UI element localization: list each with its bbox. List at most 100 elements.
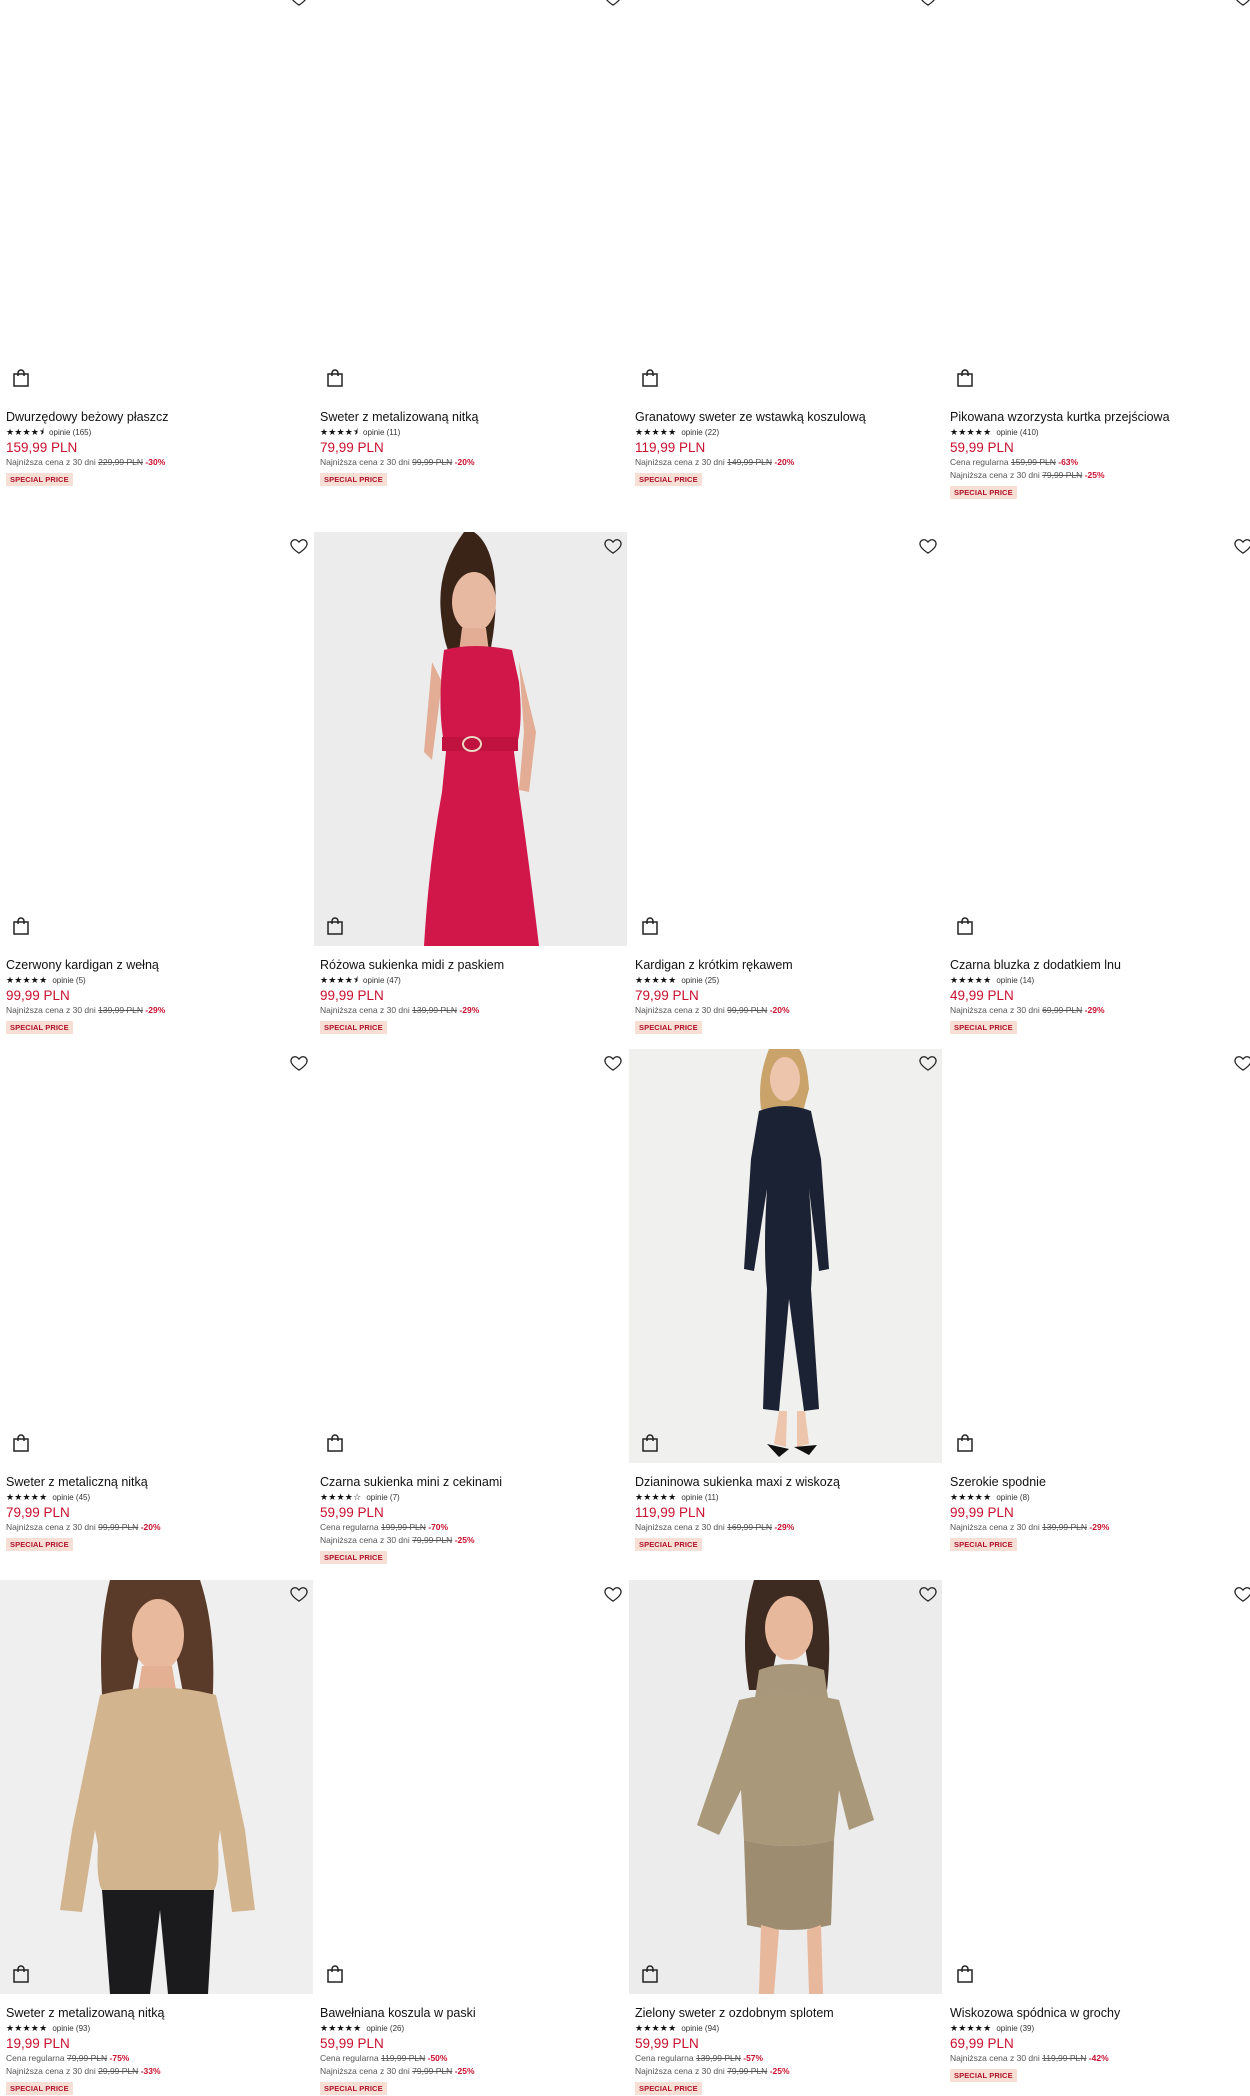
price-note-label: Najniższa cena z 30 dni	[950, 2053, 1043, 2063]
product-card[interactable]: Sweter z metalizowaną nitką ★★★★★ opinie (…	[0, 1580, 313, 2096]
discount-percent: -20%	[454, 457, 475, 467]
product-name[interactable]: Różowa sukienka midi z paskiem	[320, 958, 621, 973]
product-card[interactable]: Dwurzędowy beżowy płaszcz ★★★★⯨ opinie (16…	[0, 0, 313, 487]
product-image[interactable]	[0, 0, 313, 398]
product-name[interactable]: Bawełniana koszula w paski	[320, 2006, 621, 2021]
product-name[interactable]: Dwurzędowy beżowy płaszcz	[6, 410, 307, 425]
product-image[interactable]	[0, 532, 313, 946]
favorite-heart-icon[interactable]	[918, 536, 938, 556]
product-name[interactable]: Szerokie spodnie	[950, 1475, 1250, 1490]
favorite-heart-icon[interactable]	[603, 536, 623, 556]
favorite-heart-icon[interactable]	[918, 1053, 938, 1073]
product-card[interactable]: Sweter z metaliczną nitką ★★★★★ opinie (45…	[0, 1049, 313, 1552]
product-image[interactable]	[629, 1580, 942, 1994]
favorite-heart-icon[interactable]	[289, 0, 309, 8]
favorite-heart-icon[interactable]	[289, 536, 309, 556]
add-to-cart-bag-icon[interactable]	[956, 1433, 974, 1453]
product-image[interactable]	[629, 532, 942, 946]
product-name[interactable]: Granatowy sweter ze wstawką koszulową	[635, 410, 936, 425]
add-to-cart-bag-icon[interactable]	[956, 1964, 974, 1984]
product-card[interactable]: Sweter z metalizowaną nitką ★★★★⯨ opinie (…	[314, 0, 627, 487]
price-history-note: Cena regularna 119,99 PLN -50%	[320, 2052, 621, 2065]
rating-row: ★★★★★ opinie (94)	[635, 2023, 936, 2034]
product-card[interactable]: Zielony sweter z ozdobnym splotem ★★★★★ op…	[629, 1580, 942, 2096]
product-image[interactable]	[314, 1580, 627, 1994]
add-to-cart-bag-icon[interactable]	[641, 1433, 659, 1453]
add-to-cart-bag-icon[interactable]	[641, 1964, 659, 1984]
favorite-heart-icon[interactable]	[1233, 536, 1250, 556]
product-image[interactable]	[944, 1580, 1250, 1994]
discount-percent: -57%	[743, 2053, 764, 2063]
product-card[interactable]: Czerwony kardigan z wełną ★★★★★ opinie (5)…	[0, 532, 313, 1035]
current-price: 59,99 PLN	[950, 440, 1014, 455]
product-image[interactable]	[314, 532, 627, 946]
favorite-heart-icon[interactable]	[603, 1053, 623, 1073]
product-card[interactable]: Czarna sukienka mini z cekinami ★★★★☆ opin…	[314, 1049, 627, 1565]
old-price: 169,99 PLN	[727, 1522, 773, 1532]
add-to-cart-bag-icon[interactable]	[326, 1433, 344, 1453]
add-to-cart-bag-icon[interactable]	[956, 916, 974, 936]
product-name[interactable]: Wiskozowa spódnica w grochy	[950, 2006, 1250, 2021]
product-image[interactable]	[944, 0, 1250, 398]
product-name[interactable]: Dzianinowa sukienka maxi z wiskozą	[635, 1475, 936, 1490]
product-image[interactable]	[629, 0, 942, 398]
product-name[interactable]: Sweter z metaliczną nitką	[6, 1475, 307, 1490]
product-name[interactable]: Kardigan z krótkim rękawem	[635, 958, 936, 973]
product-card[interactable]: Wiskozowa spódnica w grochy ★★★★★ opinie (…	[944, 1580, 1250, 2083]
add-to-cart-bag-icon[interactable]	[12, 368, 30, 388]
product-name[interactable]: Czarna sukienka mini z cekinami	[320, 1475, 621, 1490]
rating-row: ★★★★★ opinie (93)	[6, 2023, 307, 2034]
price-history-note: Najniższa cena z 30 dni 99,99 PLN -20%	[635, 1004, 936, 1017]
product-card[interactable]: Czarna bluzka z dodatkiem lnu ★★★★★ opinie…	[944, 532, 1250, 1035]
add-to-cart-bag-icon[interactable]	[326, 1964, 344, 1984]
favorite-heart-icon[interactable]	[289, 1584, 309, 1604]
product-name[interactable]: Czerwony kardigan z wełną	[6, 958, 307, 973]
product-name[interactable]: Zielony sweter z ozdobnym splotem	[635, 2006, 936, 2021]
product-card[interactable]: Różowa sukienka midi z paskiem ★★★★⯨ opini…	[314, 532, 627, 1035]
product-card[interactable]: Pikowana wzorzysta kurtka przejściowa ★★★…	[944, 0, 1250, 500]
favorite-heart-icon[interactable]	[603, 0, 623, 8]
product-name[interactable]: Sweter z metalizowaną nitką	[6, 2006, 307, 2021]
favorite-heart-icon[interactable]	[918, 1584, 938, 1604]
product-image[interactable]	[0, 1580, 313, 1994]
product-name[interactable]: Czarna bluzka z dodatkiem lnu	[950, 958, 1250, 973]
favorite-heart-icon[interactable]	[1233, 1584, 1250, 1604]
product-card[interactable]: Granatowy sweter ze wstawką koszulową ★★★…	[629, 0, 942, 487]
favorite-heart-icon[interactable]	[1233, 1053, 1250, 1073]
product-card[interactable]: Kardigan z krótkim rękawem ★★★★★ opinie (2…	[629, 532, 942, 1035]
favorite-heart-icon[interactable]	[289, 1053, 309, 1073]
product-image[interactable]	[629, 1049, 942, 1463]
product-image[interactable]	[944, 1049, 1250, 1463]
add-to-cart-bag-icon[interactable]	[12, 916, 30, 936]
add-to-cart-bag-icon[interactable]	[12, 1964, 30, 1984]
discount-percent: -75%	[109, 2053, 130, 2063]
old-price: 29,99 PLN	[98, 2066, 139, 2076]
product-image[interactable]	[944, 532, 1250, 946]
favorite-heart-icon[interactable]	[918, 0, 938, 8]
price-note-label: Najniższa cena z 30 dni	[6, 1522, 99, 1532]
product-info: Kardigan z krótkim rękawem ★★★★★ opinie (2…	[629, 946, 942, 1035]
product-name[interactable]: Sweter z metalizowaną nitką	[320, 410, 621, 425]
product-card[interactable]: Bawełniana koszula w paski ★★★★★ opinie (2…	[314, 1580, 627, 2096]
favorite-heart-icon[interactable]	[603, 1584, 623, 1604]
add-to-cart-bag-icon[interactable]	[326, 916, 344, 936]
price-history-note: Najniższa cena z 30 dni 139,99 PLN -29%	[320, 1004, 621, 1017]
product-image[interactable]	[0, 1049, 313, 1463]
product-card[interactable]: Szerokie spodnie ★★★★★ opinie (8) 99,99 PLN…	[944, 1049, 1250, 1552]
add-to-cart-bag-icon[interactable]	[12, 1433, 30, 1453]
price-history-note: Najniższa cena z 30 dni 139,99 PLN -29%	[6, 1004, 307, 1017]
product-image[interactable]	[314, 1049, 627, 1463]
add-to-cart-bag-icon[interactable]	[641, 916, 659, 936]
special-price-badge: SPECIAL PRICE	[950, 1538, 1017, 1551]
product-name[interactable]: Pikowana wzorzysta kurtka przejściowa	[950, 410, 1250, 425]
add-to-cart-bag-icon[interactable]	[641, 368, 659, 388]
favorite-heart-icon[interactable]	[1233, 0, 1250, 8]
price-history-note: Najniższa cena z 30 dni 79,99 PLN -25%	[950, 469, 1250, 482]
product-image[interactable]	[314, 0, 627, 398]
product-card[interactable]: Dzianinowa sukienka maxi z wiskozą ★★★★★ o…	[629, 1049, 942, 1552]
add-to-cart-bag-icon[interactable]	[326, 368, 344, 388]
price-history-note: Cena regularna 79,99 PLN -75%	[6, 2052, 307, 2065]
add-to-cart-bag-icon[interactable]	[956, 368, 974, 388]
product-info: Zielony sweter z ozdobnym splotem ★★★★★ op…	[629, 1994, 942, 2096]
discount-percent: -63%	[1058, 457, 1079, 467]
